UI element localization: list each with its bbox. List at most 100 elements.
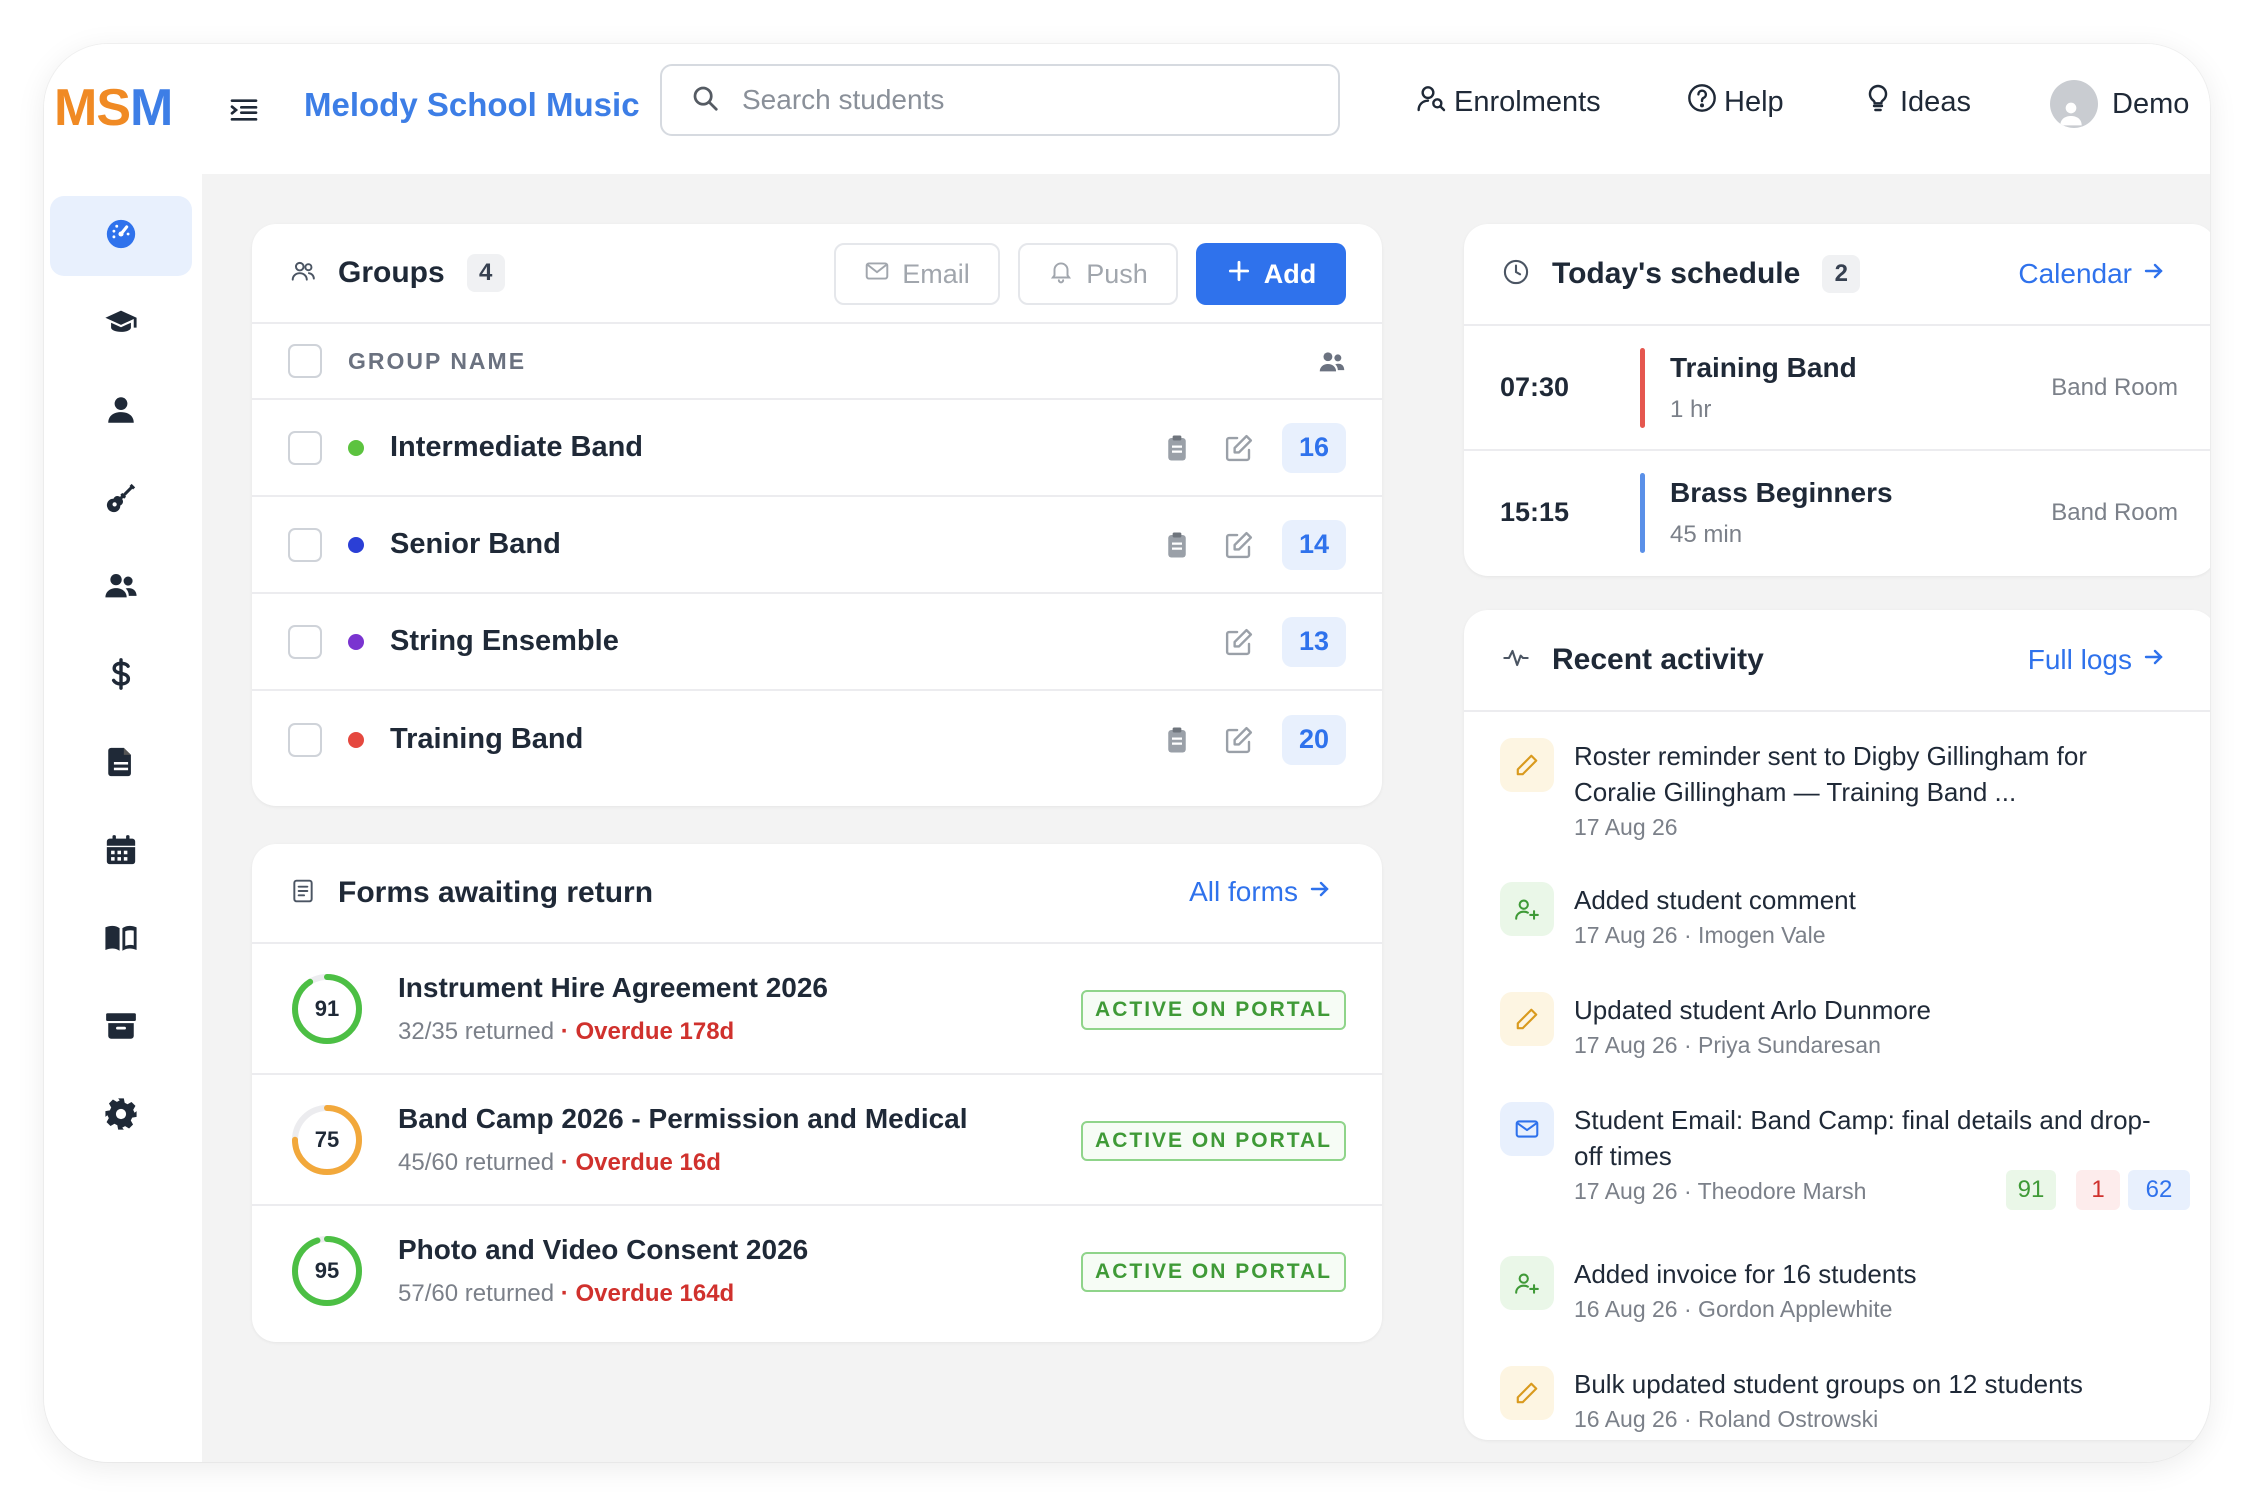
group-name[interactable]: String Ensemble	[390, 625, 619, 658]
activity-icon	[1502, 644, 1530, 677]
sidebar-item-students[interactable]	[50, 284, 192, 364]
member-count[interactable]: 14	[1282, 519, 1346, 570]
menu-toggle-icon[interactable]	[228, 94, 260, 126]
app-window: MSM Melody School Music Enrolments Help …	[44, 44, 2210, 1462]
form-title[interactable]: Band Camp 2026 - Permission and Medical	[398, 1103, 968, 1135]
sidebar-item-billing[interactable]	[50, 636, 192, 716]
table-row[interactable]: Senior Band 14	[252, 497, 1382, 594]
form-title[interactable]: Photo and Video Consent 2026	[398, 1234, 808, 1266]
app-logo[interactable]: MSM	[54, 78, 173, 138]
edit-icon[interactable]	[1224, 725, 1254, 755]
sidebar-item-settings[interactable]	[50, 1076, 192, 1156]
schedule-item[interactable]: 15:15 Brass Beginners 45 min Band Room	[1464, 451, 2210, 576]
clipboard-icon[interactable]	[1162, 530, 1192, 560]
sent-count: 62	[2128, 1170, 2190, 1210]
group-name[interactable]: Senior Band	[390, 528, 561, 561]
completion-score: 75	[314, 1127, 340, 1152]
sidebar-item-documents[interactable]	[50, 724, 192, 804]
nav-help[interactable]: Help	[1686, 82, 1784, 122]
add-group-button[interactable]: Add	[1196, 243, 1346, 305]
forms-title: Forms awaiting return	[338, 876, 654, 909]
activity-item[interactable]: Updated student Arlo Dunmore 17 Aug 26 · …	[1500, 992, 2190, 1072]
group-name[interactable]: Training Band	[390, 723, 583, 756]
sidebar-item-calendar[interactable]	[50, 812, 192, 892]
schedule-item[interactable]: 07:30 Training Band 1 hr Band Room	[1464, 326, 2210, 451]
guitar-icon	[104, 481, 138, 520]
table-row[interactable]: Training Band 20	[252, 691, 1382, 788]
activity-item[interactable]: Added student comment 17 Aug 26 · Imogen …	[1500, 882, 2190, 962]
forms-list: 91 Instrument Hire Agreement 2026 32/35 re…	[252, 944, 1382, 1337]
push-button[interactable]: Push	[1018, 243, 1178, 305]
returned-count: 32/35 returned	[398, 1018, 555, 1045]
member-count[interactable]: 20	[1282, 714, 1346, 765]
activity-date: 16 Aug 26	[1574, 1296, 1678, 1322]
list-item[interactable]: 75 Band Camp 2026 - Permission and Medica…	[252, 1075, 1382, 1206]
graduation-cap-icon	[104, 305, 138, 344]
table-row[interactable]: Intermediate Band 16	[252, 400, 1382, 497]
table-row[interactable]: String Ensemble 13	[252, 594, 1382, 691]
form-title[interactable]: Instrument Hire Agreement 2026	[398, 972, 828, 1004]
search-input[interactable]	[742, 84, 1302, 116]
row-checkbox[interactable]	[288, 527, 322, 562]
activity-item[interactable]: Student Email: Band Camp: final details …	[1500, 1102, 2190, 1218]
row-checkbox[interactable]	[288, 722, 322, 757]
status-badge: ACTIVE ON PORTAL	[1081, 1252, 1346, 1292]
activity-card: Recent activity Full logs Roster reminde…	[1464, 610, 2210, 1440]
activity-text: Bulk updated student groups on 12 studen…	[1574, 1369, 2083, 1399]
logo-letter-s: S	[96, 79, 131, 137]
nav-ideas[interactable]: Ideas	[1862, 82, 1971, 122]
sidebar-item-instruments[interactable]	[50, 460, 192, 540]
mail-icon	[1500, 1102, 1554, 1156]
email-button[interactable]: Email	[834, 243, 1000, 305]
activity-date: 17 Aug 26	[1574, 1178, 1678, 1204]
calendar-link[interactable]: Calendar	[2018, 258, 2166, 290]
select-all-checkbox[interactable]	[288, 344, 322, 378]
activity-text: Added invoice for 16 students	[1574, 1259, 1917, 1289]
clock-icon	[1502, 258, 1530, 291]
activity-meta: 16 Aug 26 · Roland Ostrowski	[1574, 1406, 1878, 1433]
schedule-count-badge: 2	[1822, 255, 1861, 293]
sidebar-item-archive[interactable]	[50, 988, 192, 1068]
activity-item[interactable]: Added invoice for 16 students 16 Aug 26 ·…	[1500, 1256, 2190, 1336]
logo-letter-m2: M	[130, 79, 173, 137]
members-column-icon	[1318, 348, 1346, 381]
activity-date: 17 Aug 26	[1574, 922, 1678, 948]
activity-meta: 17 Aug 26 · Theodore Marsh	[1574, 1178, 1866, 1205]
column-group-name[interactable]: GROUP NAME	[348, 348, 526, 375]
nav-enrolments[interactable]: Enrolments	[1416, 82, 1601, 122]
activity-meta: 17 Aug 26 · Imogen Vale	[1574, 922, 1825, 949]
member-count[interactable]: 16	[1282, 422, 1346, 473]
activity-item[interactable]: Roster reminder sent to Digby Gillingham…	[1500, 738, 2190, 854]
activity-text: Updated student Arlo Dunmore	[1574, 995, 1931, 1025]
activity-item[interactable]: Bulk updated student groups on 12 studen…	[1500, 1366, 2190, 1440]
full-logs-label: Full logs	[2027, 644, 2132, 675]
user-menu[interactable]: Demo	[2050, 80, 2189, 128]
schedule-duration: 45 min	[1670, 521, 1743, 548]
row-checkbox[interactable]	[288, 430, 322, 465]
edit-icon[interactable]	[1224, 530, 1254, 560]
arrow-right-icon	[2132, 258, 2166, 290]
help-icon	[1686, 82, 1724, 122]
school-name[interactable]: Melody School Music	[304, 86, 640, 124]
member-count[interactable]: 13	[1282, 616, 1346, 667]
clipboard-icon[interactable]	[1162, 725, 1192, 755]
edit-icon[interactable]	[1224, 627, 1254, 657]
edit-icon[interactable]	[1224, 433, 1254, 463]
all-forms-link[interactable]: All forms	[1189, 876, 1332, 908]
group-name[interactable]: Intermediate Band	[390, 431, 643, 464]
sidebar-item-person[interactable]	[50, 372, 192, 452]
search-box[interactable]	[660, 64, 1340, 136]
full-logs-link[interactable]: Full logs	[2028, 644, 2166, 676]
forms-card: Forms awaiting return All forms 91 Instru…	[252, 844, 1382, 1342]
plus-icon	[1226, 258, 1264, 291]
sidebar-item-dashboard[interactable]	[50, 196, 192, 276]
row-checkbox[interactable]	[288, 624, 322, 659]
activity-header: Recent activity Full logs	[1464, 610, 2210, 712]
list-item[interactable]: 95 Photo and Video Consent 2026 57/60 retu…	[252, 1206, 1382, 1337]
sidebar-item-groups[interactable]	[50, 548, 192, 628]
list-item[interactable]: 91 Instrument Hire Agreement 2026 32/35 re…	[252, 944, 1382, 1075]
schedule-room: Band Room	[2051, 499, 2178, 526]
user-plus-icon	[1500, 882, 1554, 936]
sidebar-item-library[interactable]	[50, 900, 192, 980]
clipboard-icon[interactable]	[1162, 433, 1192, 463]
